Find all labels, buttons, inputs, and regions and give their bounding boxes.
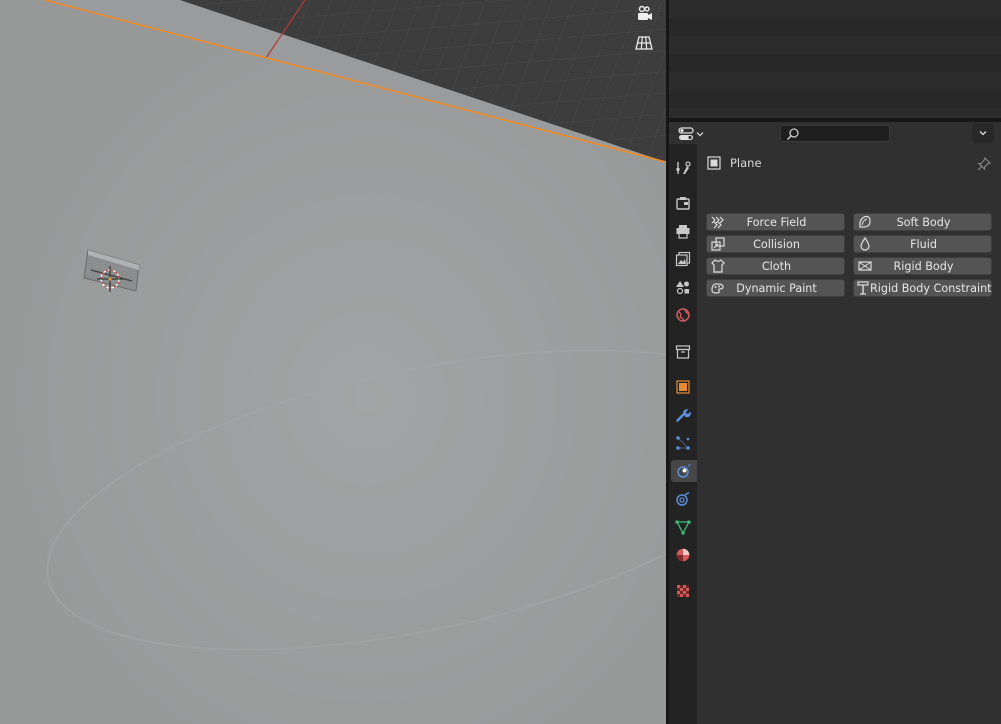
scene-icon [676, 281, 689, 295]
options-dropdown[interactable] [972, 123, 994, 143]
force-field-icon [711, 216, 724, 229]
tool-icon [676, 161, 691, 174]
tab-collection[interactable] [672, 341, 694, 363]
grid-view-button[interactable] [632, 31, 656, 55]
output-icon [676, 225, 690, 239]
physics-panel: Plane Force Field Collision Cloth Dynami… [697, 144, 1001, 724]
wrench-icon [676, 409, 691, 422]
rigid-body-button[interactable]: Rigid Body [853, 257, 992, 275]
tab-scene[interactable] [672, 276, 694, 298]
chevron-down-icon [696, 131, 704, 136]
tab-constraints[interactable] [672, 488, 694, 510]
collision-button[interactable]: Collision [706, 235, 845, 253]
outliner-area[interactable] [669, 0, 1001, 126]
chevron-down-icon [979, 131, 987, 136]
physics-icon [677, 463, 691, 478]
dynamic-paint-icon [711, 283, 724, 294]
3d-viewport[interactable] [0, 0, 666, 724]
rigid-body-constraint-label: Rigid Body Constraint [870, 281, 992, 295]
view-layer-icon [675, 251, 691, 267]
cloth-label: Cloth [761, 259, 792, 273]
camera-view-icon [638, 5, 652, 20]
properties-header [669, 122, 1001, 144]
mesh-data-icon [675, 520, 691, 535]
fluid-icon [860, 237, 870, 251]
context-breadcrumb: Plane [707, 154, 762, 172]
tab-modifiers[interactable] [672, 404, 694, 426]
tab-physics[interactable] [671, 460, 697, 482]
object-name-label: Plane [730, 156, 762, 170]
object-icon [676, 380, 690, 394]
rigid-body-icon [858, 261, 872, 271]
search-icon [786, 127, 799, 140]
editor-type-dropdown[interactable] [677, 125, 707, 142]
pin-button[interactable] [977, 156, 991, 175]
properties-tabs [669, 144, 697, 724]
dynamic-paint-button[interactable]: Dynamic Paint [706, 279, 845, 297]
cloth-button[interactable]: Cloth [706, 257, 845, 275]
texture-icon [677, 585, 689, 597]
tab-texture[interactable] [672, 580, 694, 602]
tab-output[interactable] [672, 220, 694, 242]
fluid-button[interactable]: Fluid [853, 235, 992, 253]
rigid-body-constraint-icon [857, 281, 869, 295]
soft-body-label: Soft Body [896, 215, 951, 229]
render-icon [676, 197, 690, 210]
soft-body-button[interactable]: Soft Body [853, 213, 992, 231]
rigid-body-constraint-button[interactable]: Rigid Body Constraint [853, 279, 992, 297]
tab-material[interactable] [672, 544, 694, 566]
pin-icon [977, 157, 991, 171]
rigid-body-label: Rigid Body [893, 259, 954, 273]
soft-body-icon [859, 215, 871, 228]
material-icon [676, 548, 690, 562]
world-icon [676, 308, 690, 322]
dynamic-paint-label: Dynamic Paint [736, 281, 817, 295]
mesh-object-icon [707, 156, 721, 170]
tab-particles[interactable] [672, 432, 694, 454]
search-input[interactable] [800, 126, 884, 141]
collection-icon [675, 345, 691, 359]
force-field-label: Force Field [746, 215, 807, 229]
properties-editor: Plane Force Field Collision Cloth Dynami… [669, 122, 1001, 724]
constraints-icon [676, 491, 690, 506]
tab-data[interactable] [672, 516, 694, 538]
tab-view-layer[interactable] [672, 248, 694, 270]
properties-editor-icon [678, 126, 694, 140]
tab-tool[interactable] [672, 157, 694, 179]
camera-view-button[interactable] [632, 2, 656, 26]
tab-render[interactable] [672, 192, 694, 214]
grid-view-icon [635, 36, 653, 50]
tab-object[interactable] [672, 376, 694, 398]
force-field-button[interactable]: Force Field [706, 213, 845, 231]
tab-world[interactable] [672, 304, 694, 326]
cloth-icon [711, 259, 725, 273]
collision-icon [711, 237, 725, 251]
fluid-label: Fluid [910, 237, 937, 251]
search-field[interactable] [780, 125, 890, 142]
viewport-scene [0, 0, 666, 724]
collision-label: Collision [753, 237, 800, 251]
particles-icon [676, 436, 690, 450]
